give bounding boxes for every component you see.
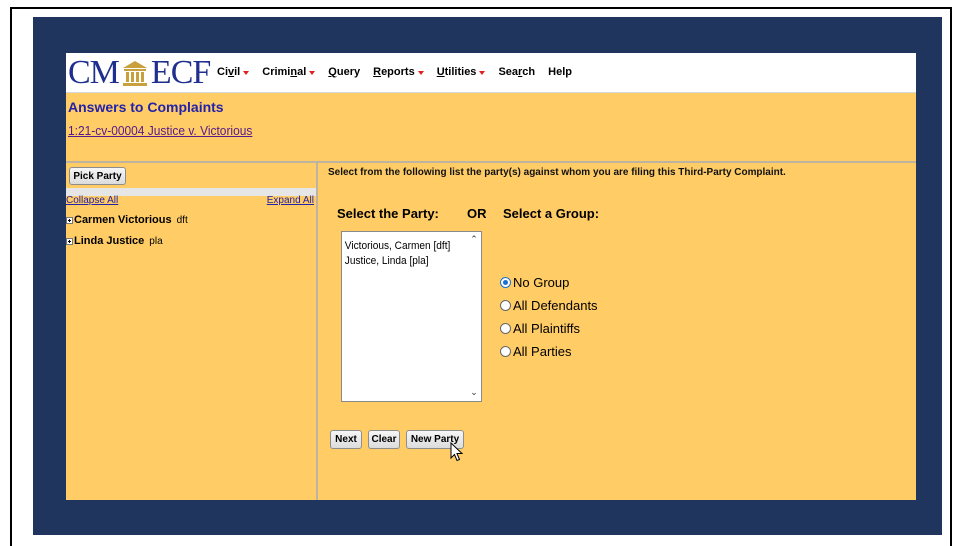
menu-civil[interactable]: Civil bbox=[217, 66, 250, 78]
menu-criminal[interactable]: Criminal bbox=[262, 66, 316, 78]
menu-search[interactable]: Search bbox=[498, 66, 535, 78]
cmecf-app: CM ECF Civil Criminal Query Reports Util… bbox=[66, 53, 916, 500]
page-title: Answers to Complaints bbox=[68, 99, 224, 115]
scroll-down-icon[interactable]: ⌄ bbox=[469, 387, 479, 397]
case-link[interactable]: 1:21-cv-00004 Justice v. Victorious bbox=[68, 123, 252, 138]
collapse-all-link[interactable]: Collapse All bbox=[66, 195, 118, 206]
logo-text-left: CM bbox=[68, 54, 120, 91]
pick-party-button[interactable]: Pick Party bbox=[69, 167, 126, 185]
scroll-up-icon[interactable]: ⌃ bbox=[469, 234, 479, 244]
instruction-text: Select from the following list the party… bbox=[328, 166, 786, 178]
radio-button[interactable] bbox=[500, 277, 511, 288]
top-navigation-bar: CM ECF Civil Criminal Query Reports Util… bbox=[66, 53, 916, 93]
group-radio-all-defendants[interactable]: All Defendants bbox=[500, 298, 598, 313]
menu-reports[interactable]: Reports bbox=[373, 66, 424, 78]
radio-button[interactable] bbox=[500, 346, 511, 357]
expand-all-link[interactable]: Expand All bbox=[267, 195, 314, 206]
party-listbox[interactable]: Victorious, Carmen [dft] Justice, Linda … bbox=[341, 231, 482, 402]
chevron-down-icon bbox=[309, 71, 316, 75]
select-group-label: Select a Group: bbox=[503, 206, 600, 221]
select-party-label: Select the Party: bbox=[337, 206, 439, 221]
mouse-pointer-icon bbox=[450, 442, 464, 462]
radio-button[interactable] bbox=[500, 323, 511, 334]
radio-label: All Plaintiffs bbox=[513, 321, 580, 336]
main-menu: Civil Criminal Query Reports Utilities S… bbox=[217, 66, 585, 78]
menu-help[interactable]: Help bbox=[548, 66, 572, 78]
radio-label: All Parties bbox=[513, 344, 572, 359]
next-button[interactable]: Next bbox=[330, 430, 362, 449]
party-name: Linda Justice bbox=[74, 235, 145, 247]
group-radio-all-parties[interactable]: All Parties bbox=[500, 344, 572, 359]
chevron-down-icon bbox=[479, 71, 486, 75]
logo-text-right: ECF bbox=[150, 54, 211, 91]
party-role: dft bbox=[176, 214, 188, 226]
radio-label: All Defendants bbox=[513, 298, 598, 313]
group-radio-no-group[interactable]: No Group bbox=[500, 275, 569, 290]
party-tree-item[interactable]: Linda Justice pla bbox=[66, 235, 163, 247]
or-label: OR bbox=[467, 206, 487, 221]
cmecf-logo[interactable]: CM ECF bbox=[68, 54, 211, 91]
radio-button[interactable] bbox=[500, 300, 511, 311]
party-role: pla bbox=[149, 235, 163, 247]
divider-horizontal bbox=[66, 161, 916, 163]
divider-vertical bbox=[316, 161, 318, 500]
party-tree-item[interactable]: Carmen Victorious dft bbox=[66, 214, 188, 226]
clear-button[interactable]: Clear bbox=[368, 430, 400, 449]
chevron-down-icon bbox=[417, 71, 424, 75]
list-item[interactable]: Justice, Linda [pla] bbox=[342, 254, 470, 269]
party-name: Carmen Victorious bbox=[74, 214, 172, 226]
expand-plus-icon[interactable] bbox=[66, 216, 73, 224]
courthouse-icon bbox=[122, 61, 147, 86]
menu-query[interactable]: Query bbox=[328, 66, 360, 78]
menu-utilities[interactable]: Utilities bbox=[437, 66, 486, 78]
radio-label: No Group bbox=[513, 275, 570, 290]
group-radio-all-plaintiffs[interactable]: All Plaintiffs bbox=[500, 321, 580, 336]
chevron-down-icon bbox=[243, 71, 250, 75]
expand-plus-icon[interactable] bbox=[66, 237, 73, 245]
list-item[interactable]: Victorious, Carmen [dft] bbox=[342, 239, 470, 254]
